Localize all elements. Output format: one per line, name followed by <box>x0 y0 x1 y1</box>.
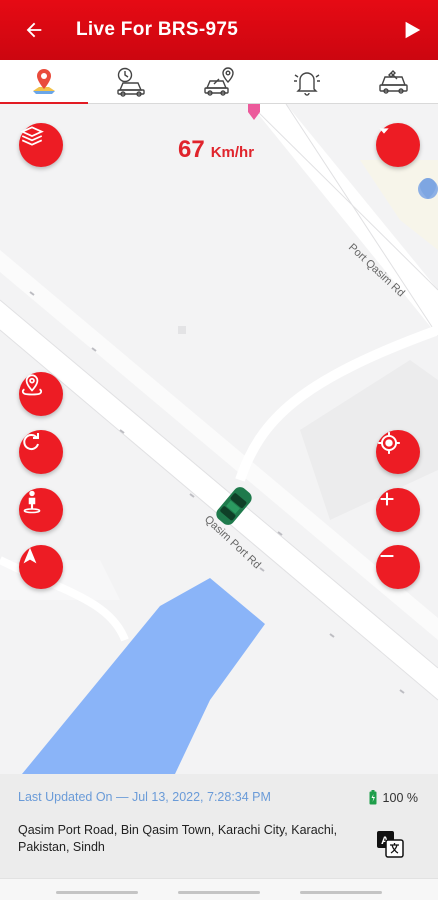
person-pin-icon <box>23 490 41 514</box>
vehicle-info-panel: Last Updated On — Jul 13, 2022, 7:28:34 … <box>0 774 438 878</box>
battery-status: 100 % <box>369 790 418 805</box>
minus-icon <box>380 554 394 558</box>
play-icon <box>405 21 421 39</box>
battery-percent: 100 % <box>382 790 418 805</box>
tab-alerts[interactable] <box>263 60 351 104</box>
system-nav-bar <box>0 878 438 900</box>
translate-icon: A <box>377 831 404 858</box>
refresh-icon <box>23 433 39 451</box>
refresh-button[interactable] <box>19 430 63 474</box>
map-pin-icon <box>32 69 55 94</box>
navigate-button[interactable] <box>19 545 63 589</box>
speed-readout: 67 Km/hr <box>178 136 254 164</box>
tab-car-location[interactable] <box>175 60 263 104</box>
car-service-icon <box>379 70 408 94</box>
app-bar: Live For BRS-975 <box>0 0 438 60</box>
speed-unit: Km/hr <box>210 144 255 161</box>
crosshair-icon <box>378 432 400 454</box>
bell-icon <box>293 72 320 96</box>
last-updated-text: Last Updated On — Jul 13, 2022, 7:28:34 … <box>18 790 271 804</box>
location-area-button[interactable] <box>19 372 63 416</box>
page-title: Live For BRS-975 <box>76 19 239 40</box>
speed-value: 67 <box>178 136 205 163</box>
my-location-button[interactable] <box>376 430 420 474</box>
location-area-icon <box>21 374 43 396</box>
play-button[interactable] <box>386 0 438 60</box>
nav-handle-right[interactable] <box>300 891 382 894</box>
map-canvas[interactable]: Port Qasim Rd Qasim Port Rd <box>0 104 438 774</box>
navigation-arrow-icon <box>23 547 37 564</box>
tab-bar <box>0 60 438 105</box>
layers-icon <box>20 126 44 146</box>
nav-handle-left[interactable] <box>56 891 138 894</box>
map-layers-button[interactable] <box>19 123 63 167</box>
dropdown-button[interactable] <box>376 123 420 167</box>
history-car-icon <box>117 67 146 97</box>
car-location-icon <box>204 67 234 96</box>
address-text: Qasim Port Road, Bin Qasim Town, Karachi… <box>18 823 338 854</box>
tab-live-map[interactable] <box>0 60 88 105</box>
arrow-left-icon <box>26 22 42 38</box>
battery-icon <box>369 790 377 805</box>
tab-history[interactable] <box>88 60 176 104</box>
plus-icon <box>380 492 394 506</box>
nav-handle-center[interactable] <box>178 891 260 894</box>
zoom-out-button[interactable] <box>376 545 420 589</box>
translate-button[interactable]: A <box>376 830 404 863</box>
back-button[interactable] <box>0 0 68 60</box>
chevron-down-icon <box>379 128 389 134</box>
zoom-in-button[interactable] <box>376 488 420 532</box>
street-view-button[interactable] <box>19 488 63 532</box>
tab-service[interactable] <box>350 60 438 104</box>
live-map[interactable]: Port Qasim Rd Qasim Port Rd 67 Km/hr <box>0 104 438 774</box>
